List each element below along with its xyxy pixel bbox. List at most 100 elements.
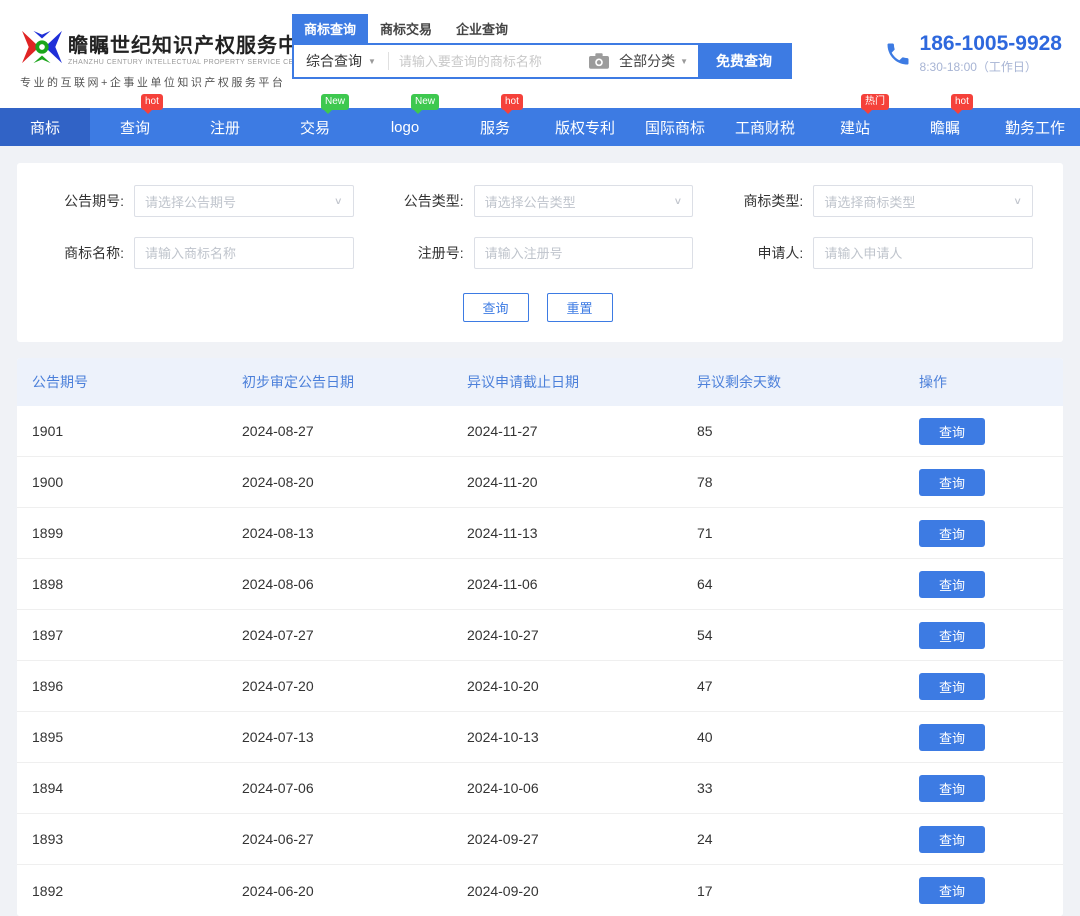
nav-item-查询[interactable]: 查询hot — [90, 108, 180, 146]
logo-icon — [20, 28, 64, 66]
column-header: 异议申请截止日期 — [467, 372, 697, 392]
nav-item-label: 工商财税 — [735, 117, 795, 138]
filter-field-label: 公告期号: — [42, 191, 124, 211]
nav-item-建站[interactable]: 建站热门 — [810, 108, 900, 146]
cell-publish-date: 2024-08-06 — [242, 576, 467, 592]
row-search-button[interactable]: 查询 — [919, 775, 985, 802]
cell-action: 查询 — [919, 418, 1063, 445]
cell-deadline: 2024-11-20 — [467, 474, 697, 490]
phone-hours: 8:30-18:00（工作日） — [920, 58, 1062, 75]
nav-item-label: 查询 — [120, 117, 150, 138]
nav-item-logo[interactable]: logoNew — [360, 108, 450, 146]
cell-deadline: 2024-11-27 — [467, 423, 697, 439]
cell-action: 查询 — [919, 877, 1063, 904]
filter-reset-button[interactable]: 重置 — [547, 293, 613, 322]
search-category-value: 综合查询 — [306, 51, 362, 71]
phone-number[interactable]: 186-1005-9928 — [920, 32, 1062, 56]
cell-issue: 1899 — [32, 525, 242, 541]
nav-item-交易[interactable]: 交易New — [270, 108, 360, 146]
results-table: 公告期号初步审定公告日期异议申请截止日期异议剩余天数操作 19012024-08… — [17, 358, 1063, 916]
nav-item-label: 瞻瞩 — [930, 117, 960, 138]
announcement-type-select[interactable]: 请选择公告类型 ∨ — [474, 185, 694, 217]
row-search-button[interactable]: 查询 — [919, 877, 985, 904]
select-placeholder: 请选择公告类型 — [485, 192, 576, 211]
camera-icon[interactable] — [589, 53, 609, 69]
table-row: 19012024-08-272024-11-2785查询 — [17, 406, 1063, 457]
cell-days-left: 33 — [697, 780, 919, 796]
cell-deadline: 2024-09-27 — [467, 831, 697, 847]
cell-publish-date: 2024-08-20 — [242, 474, 467, 490]
search-input[interactable] — [389, 54, 589, 69]
trademark-name-input[interactable] — [145, 246, 343, 261]
nav-item-服务[interactable]: 服务hot — [450, 108, 540, 146]
nav-item-label: logo — [391, 119, 419, 136]
nav-badge: 热门 — [861, 94, 889, 110]
select-placeholder: 请选择公告期号 — [145, 192, 236, 211]
row-search-button[interactable]: 查询 — [919, 724, 985, 751]
cell-issue: 1900 — [32, 474, 242, 490]
cell-issue: 1892 — [32, 883, 242, 899]
contact-block: 186-1005-9928 8:30-18:00（工作日） — [884, 32, 1062, 75]
table-row: 18992024-08-132024-11-1371查询 — [17, 508, 1063, 559]
free-search-button[interactable]: 免费查询 — [698, 45, 790, 77]
trademark-type-select[interactable]: 请选择商标类型∨ — [813, 185, 1033, 217]
search-tab-商标查询[interactable]: 商标查询 — [292, 14, 368, 43]
search-category-dropdown[interactable]: 综合查询 ▼ — [294, 51, 388, 71]
cell-deadline: 2024-11-06 — [467, 576, 697, 592]
table-header-row: 公告期号初步审定公告日期异议申请截止日期异议剩余天数操作 — [17, 358, 1063, 406]
announcement-issue-select[interactable]: 请选择公告期号 ∨ — [134, 185, 354, 217]
row-search-button[interactable]: 查询 — [919, 418, 985, 445]
filter-search-button[interactable]: 查询 — [463, 293, 529, 322]
row-search-button[interactable]: 查询 — [919, 673, 985, 700]
cell-deadline: 2024-11-13 — [467, 525, 697, 541]
cell-publish-date: 2024-07-13 — [242, 729, 467, 745]
cell-issue: 1901 — [32, 423, 242, 439]
table-row: 18922024-06-202024-09-2017查询 — [17, 865, 1063, 916]
cell-action: 查询 — [919, 520, 1063, 547]
row-search-button[interactable]: 查询 — [919, 520, 985, 547]
nav-item-版权专利[interactable]: 版权专利 — [540, 108, 630, 146]
nav-item-label: 交易 — [300, 117, 330, 138]
nav-item-注册[interactable]: 注册 — [180, 108, 270, 146]
row-search-button[interactable]: 查询 — [919, 469, 985, 496]
top-header: 瞻瞩世纪知识产权服务中心 ZHANZHU CENTURY INTELLECTUA… — [0, 0, 1080, 108]
cell-days-left: 17 — [697, 883, 919, 899]
input-wrap — [474, 237, 694, 269]
cell-days-left: 47 — [697, 678, 919, 694]
nav-item-商标[interactable]: 商标 — [0, 108, 90, 146]
nav-item-label: 商标 — [30, 117, 60, 138]
nav-item-瞻瞩[interactable]: 瞻瞩hot — [900, 108, 990, 146]
cell-action: 查询 — [919, 622, 1063, 649]
nav-item-工商财税[interactable]: 工商财税 — [720, 108, 810, 146]
cell-days-left: 40 — [697, 729, 919, 745]
nav-item-国际商标[interactable]: 国际商标 — [630, 108, 720, 146]
cell-publish-date: 2024-08-27 — [242, 423, 467, 439]
applicant-input[interactable] — [824, 246, 1022, 261]
logo: 瞻瞩世纪知识产权服务中心 ZHANZHU CENTURY INTELLECTUA… — [20, 28, 282, 90]
nav-badge: hot — [501, 94, 523, 110]
search-tab-商标交易[interactable]: 商标交易 — [368, 14, 444, 43]
column-header: 公告期号 — [32, 372, 242, 392]
cell-issue: 1893 — [32, 831, 242, 847]
row-search-button[interactable]: 查询 — [919, 826, 985, 853]
cell-days-left: 24 — [697, 831, 919, 847]
input-wrap — [134, 237, 354, 269]
chevron-down-icon: ▼ — [368, 57, 376, 66]
nav-item-勤务工作[interactable]: 勤务工作 — [990, 108, 1080, 146]
search-class-dropdown[interactable]: 全部分类 ▼ — [619, 51, 698, 71]
cell-days-left: 78 — [697, 474, 919, 490]
search-tab-企业查询[interactable]: 企业查询 — [444, 14, 520, 43]
filter-field-label: 商标名称: — [42, 243, 124, 263]
chevron-down-icon: ∨ — [334, 195, 343, 206]
cell-issue: 1898 — [32, 576, 242, 592]
cell-action: 查询 — [919, 673, 1063, 700]
row-search-button[interactable]: 查询 — [919, 622, 985, 649]
filter-field-label: 注册号: — [382, 243, 464, 263]
row-search-button[interactable]: 查询 — [919, 571, 985, 598]
cell-publish-date: 2024-07-27 — [242, 627, 467, 643]
select-placeholder: 请选择商标类型 — [824, 192, 915, 211]
registration-number-input[interactable] — [485, 246, 683, 261]
filter-field: 注册号: — [382, 237, 694, 269]
chevron-down-icon: ∨ — [674, 195, 683, 206]
cell-publish-date: 2024-06-27 — [242, 831, 467, 847]
